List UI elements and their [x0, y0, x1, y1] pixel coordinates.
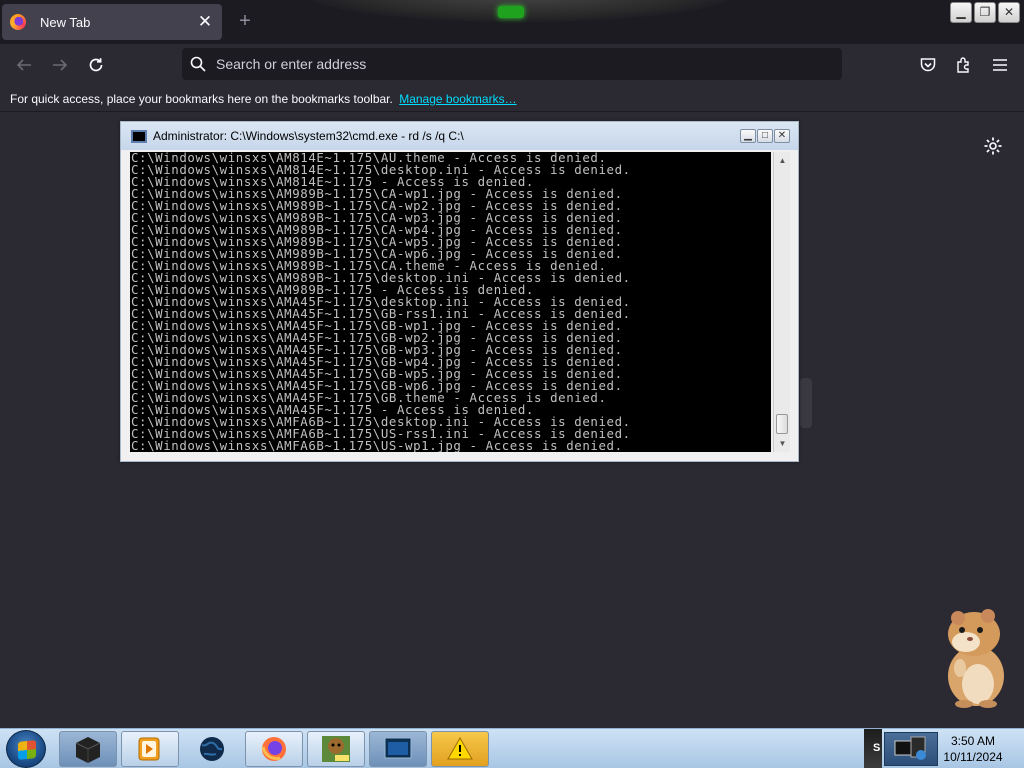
taskbar-app-console[interactable] [59, 731, 117, 767]
bookmarks-empty-message: For quick access, place your bookmarks h… [10, 92, 393, 106]
minimize-button[interactable]: ▁ [950, 2, 972, 23]
hamster-mascot-icon [948, 609, 1004, 708]
pocket-button[interactable] [913, 50, 943, 80]
taskbar-app-globe[interactable] [183, 731, 241, 767]
clock-date: 10/11/2024 [943, 750, 1003, 764]
cmd-maximize-button[interactable]: □ [757, 129, 773, 143]
cmd-window-icon [131, 129, 147, 143]
taskbar-app-warning[interactable] [431, 731, 489, 767]
forward-arrow-icon [53, 59, 68, 71]
firefox-icon [261, 737, 286, 761]
app-menu-button[interactable] [985, 50, 1015, 80]
taskbar: S 3:50 AM 10/11/2024 [0, 728, 1024, 768]
address-input[interactable] [216, 56, 816, 72]
reload-button[interactable] [81, 50, 111, 80]
page-scroll-hint [800, 378, 812, 428]
cmd-window[interactable]: Administrator: C:\Windows\system32\cmd.e… [120, 121, 799, 462]
restore-button[interactable]: ❐ [974, 2, 996, 23]
windows-logo-icon [18, 740, 36, 760]
cmd-window-icon [384, 737, 412, 759]
cmd-close-button[interactable]: ✕ [774, 129, 790, 143]
reload-icon [89, 58, 103, 72]
cmd-titlebar[interactable]: Administrator: C:\Windows\system32\cmd.e… [121, 122, 798, 150]
media-player-icon [138, 737, 160, 761]
hamburger-menu-icon [993, 59, 1007, 71]
new-tab-button[interactable]: + [234, 10, 256, 32]
taskbar-app-media-player[interactable] [121, 731, 179, 767]
console-line: C:\Windows\winsxs\AMFA6B~1.175\US-wp1.jp… [131, 438, 623, 452]
pocket-icon [920, 58, 936, 72]
manage-bookmarks-link[interactable]: Manage bookmarks… [399, 92, 516, 106]
cmd-window-title: Administrator: C:\Windows\system32\cmd.e… [153, 129, 464, 143]
tray-clock[interactable]: 3:50 AM 10/11/2024 [938, 733, 1008, 765]
network-monitor-icon [894, 736, 926, 760]
scroll-down-icon[interactable]: ▼ [774, 435, 791, 452]
close-button[interactable]: ✕ [998, 2, 1020, 23]
back-button[interactable] [9, 50, 39, 80]
console-scrollbar[interactable]: ▲ ▼ [773, 152, 790, 452]
warning-folder-icon [447, 736, 473, 760]
globe-icon [200, 737, 224, 761]
cmd-window-controls: ▁ □ ✕ [740, 129, 790, 143]
back-arrow-icon [16, 59, 31, 71]
tray-label: S [873, 742, 881, 754]
firefox-favicon-icon [10, 14, 26, 30]
scroll-up-icon[interactable]: ▲ [774, 152, 791, 169]
start-button[interactable] [6, 730, 46, 768]
status-led-icon [498, 6, 524, 18]
extensions-button[interactable] [949, 50, 979, 80]
bookmarks-toolbar: For quick access, place your bookmarks h… [0, 86, 1024, 112]
tab-close-icon[interactable]: ✕ [196, 13, 214, 31]
scrollbar-thumb[interactable] [776, 414, 788, 434]
address-bar[interactable] [182, 48, 842, 80]
bonzi-icon [322, 736, 350, 762]
customize-new-tab-button[interactable] [982, 135, 1004, 157]
cmd-minimize-button[interactable]: ▁ [740, 129, 756, 143]
search-icon [190, 56, 206, 72]
forward-button[interactable] [45, 50, 75, 80]
tab-new-tab[interactable]: New Tab ✕ [2, 4, 222, 40]
navigation-toolbar [0, 44, 1024, 86]
taskbar-app-bonzi[interactable] [307, 731, 365, 767]
gear-icon [984, 137, 1002, 155]
tab-strip: New Tab ✕ + ▁ ❐ ✕ [0, 0, 1024, 44]
console-output[interactable]: C:\Windows\winsxs\AM814E~1.175\AU.theme … [130, 152, 771, 452]
clock-time: 3:50 AM [950, 734, 996, 748]
taskbar-app-cmd[interactable] [369, 731, 427, 767]
taskbar-app-firefox[interactable] [245, 731, 303, 767]
puzzle-piece-icon [957, 57, 969, 73]
tab-title: New Tab [40, 14, 91, 30]
black-box-icon [75, 737, 101, 763]
tray-network-button[interactable] [884, 732, 938, 766]
window-controls: ▁ ❐ ✕ [950, 2, 1020, 23]
